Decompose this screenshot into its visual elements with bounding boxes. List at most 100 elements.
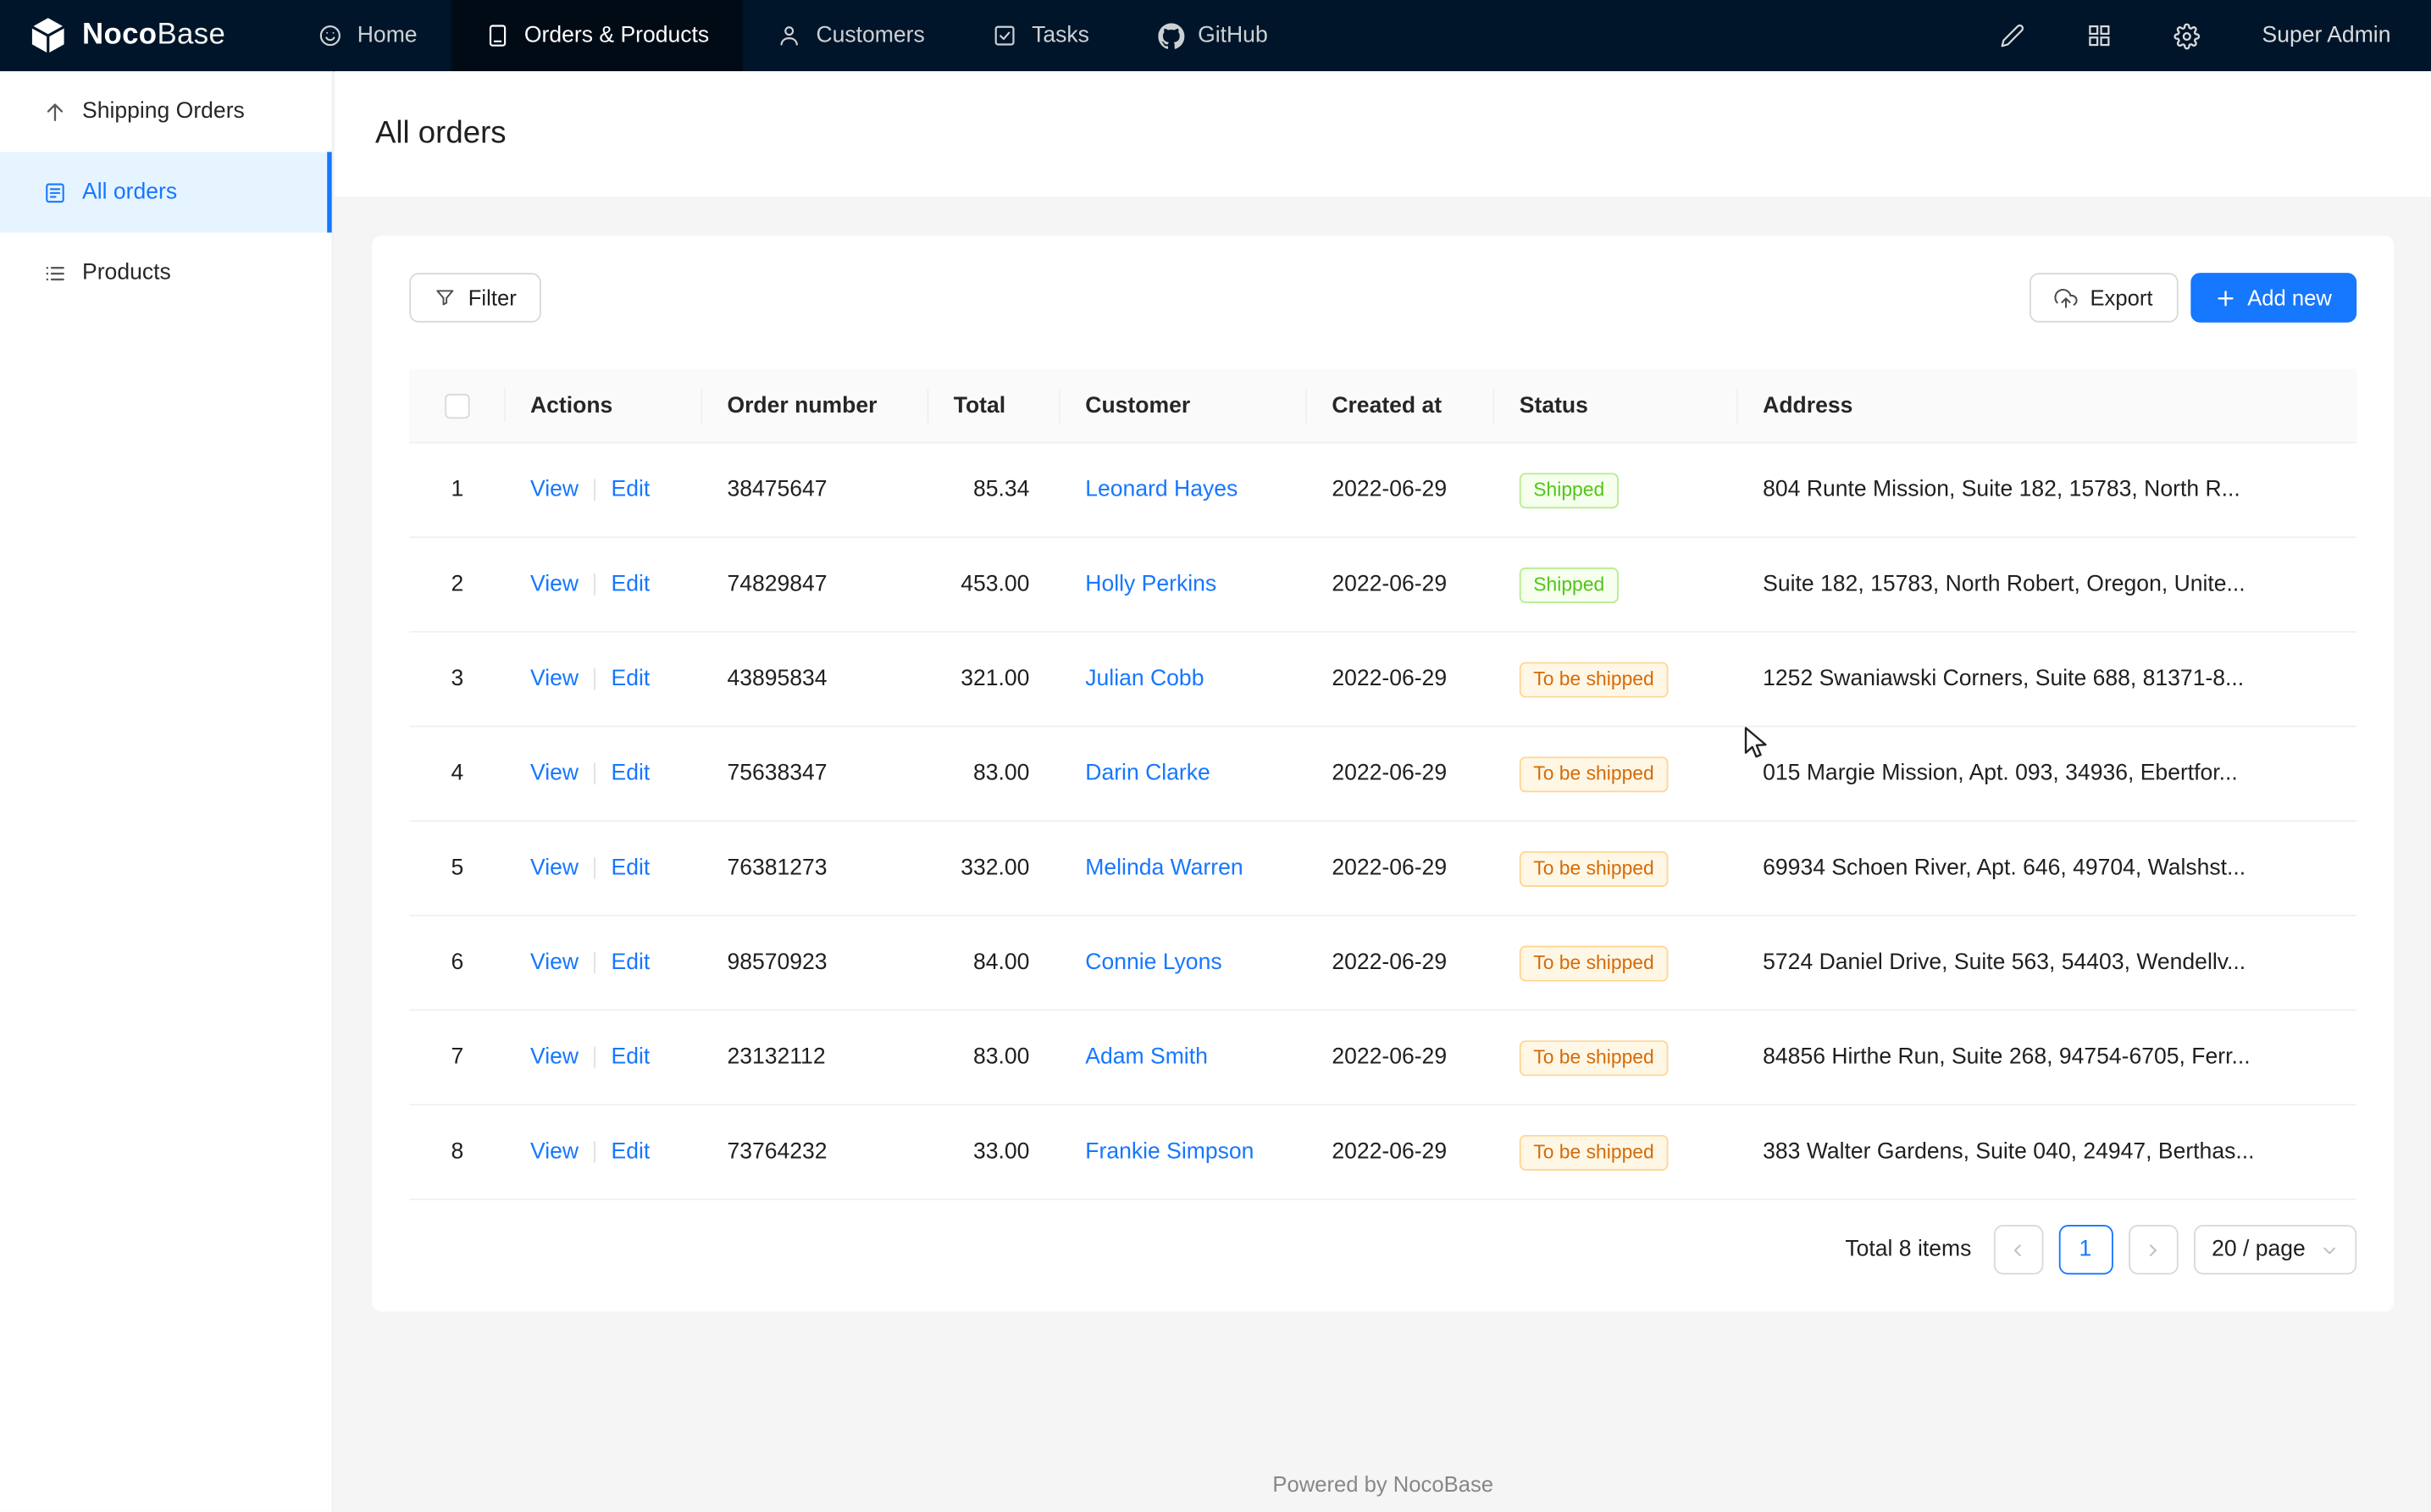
sidebar-item-shipping-orders[interactable]: Shipping Orders	[0, 71, 332, 152]
table-row: 7 ViewEdit 23132112 83.00 Adam Smith 202…	[409, 1011, 2356, 1105]
edit-link[interactable]: Edit	[611, 950, 650, 975]
arrow-up-icon	[43, 100, 66, 123]
view-link[interactable]: View	[530, 950, 579, 975]
status-cell: Shipped	[1495, 472, 1738, 507]
ui-editor-button[interactable]	[2000, 23, 2024, 47]
customer-link[interactable]: Darin Clarke	[1085, 762, 1210, 786]
customer-link[interactable]: Melinda Warren	[1085, 856, 1243, 880]
pagination-total: Total 8 items	[1845, 1238, 1971, 1262]
row-index: 5	[409, 856, 505, 880]
table-row: 4 ViewEdit 75638347 83.00 Darin Clarke 2…	[409, 727, 2356, 822]
export-button[interactable]: Export	[2030, 273, 2178, 323]
row-actions-cell: View Edit	[506, 478, 702, 502]
customer-link[interactable]: Julian Cobb	[1085, 667, 1204, 691]
settings-button[interactable]	[2174, 23, 2200, 49]
nocobase-logo-text: NocoBase	[82, 19, 225, 53]
table-row: 1 ViewEdit 38475647 85.34 Leonard Hayes …	[409, 443, 2356, 538]
customer-link[interactable]: Holly Perkins	[1085, 572, 1216, 596]
total-column-header: Total	[928, 393, 1060, 418]
sidebar-item-products[interactable]: Products	[0, 233, 332, 313]
created-at-cell: 2022-06-29	[1307, 1045, 1494, 1070]
previous-page-button[interactable]	[1993, 1225, 2043, 1275]
customer-cell: Darin Clarke	[1060, 762, 1307, 786]
sidebar-item-label: Products	[82, 261, 171, 285]
nav-item-tasks[interactable]: Tasks	[959, 0, 1123, 71]
address-cell: 804 Runte Mission, Suite 182, 15783, Nor…	[1738, 478, 2356, 502]
customer-link[interactable]: Frankie Simpson	[1085, 1139, 1254, 1164]
filter-button-label: Filter	[468, 285, 517, 310]
view-link[interactable]: View	[530, 572, 579, 596]
plus-icon	[2215, 288, 2235, 308]
next-page-button[interactable]	[2128, 1225, 2178, 1275]
view-link[interactable]: View	[530, 1045, 579, 1070]
nocobase-logo[interactable]: NocoBase	[0, 0, 285, 71]
row-index: 1	[409, 478, 505, 502]
edit-link[interactable]: Edit	[611, 856, 650, 880]
status-badge: Shipped	[1520, 567, 1619, 602]
edit-link[interactable]: Edit	[611, 667, 650, 691]
nav-label: Tasks	[1032, 23, 1089, 47]
view-link[interactable]: View	[530, 856, 579, 880]
status-badge: To be shipped	[1520, 850, 1668, 886]
action-divider	[594, 1047, 595, 1069]
action-divider	[594, 574, 595, 596]
customer-link[interactable]: Adam Smith	[1085, 1045, 1208, 1070]
nav-label: GitHub	[1198, 23, 1268, 47]
page-size-value: 20 / page	[2212, 1238, 2306, 1262]
nav-item-orders-products[interactable]: Orders & Products	[451, 0, 744, 71]
view-link[interactable]: View	[530, 1139, 579, 1164]
toolbar-right: Export Add new	[2030, 273, 2356, 323]
order-number-cell: 73764232	[702, 1139, 928, 1164]
grid-icon	[2087, 23, 2112, 47]
action-divider	[594, 952, 595, 974]
status-badge: To be shipped	[1520, 1039, 1668, 1075]
export-button-label: Export	[2090, 285, 2152, 310]
row-index: 6	[409, 950, 505, 975]
page-size-select[interactable]: 20 / page	[2193, 1225, 2356, 1275]
edit-link[interactable]: Edit	[611, 762, 650, 786]
status-badge: To be shipped	[1520, 756, 1668, 791]
add-new-button-label: Add new	[2247, 285, 2332, 310]
actions-column-header: Actions	[506, 393, 702, 418]
customer-cell: Frankie Simpson	[1060, 1139, 1307, 1164]
nav-item-customers[interactable]: Customers	[743, 0, 959, 71]
nav-label: Home	[357, 23, 418, 47]
page-title: All orders	[375, 116, 507, 152]
row-actions-cell: View Edit	[506, 667, 702, 691]
address-column-header: Address	[1738, 393, 2356, 418]
order-number-cell: 43895834	[702, 667, 928, 691]
nav-item-home[interactable]: Home	[285, 0, 451, 71]
customer-link[interactable]: Leonard Hayes	[1085, 478, 1238, 502]
edit-link[interactable]: Edit	[611, 478, 650, 502]
action-divider	[594, 1141, 595, 1163]
status-cell: To be shipped	[1495, 662, 1738, 697]
table-toolbar: Filter Export Add new	[409, 273, 2356, 323]
row-actions-cell: View Edit	[506, 950, 702, 975]
table-row: 3 ViewEdit 43895834 321.00 Julian Cobb 2…	[409, 633, 2356, 728]
status-column-header: Status	[1495, 393, 1738, 418]
nav-item-github[interactable]: GitHub	[1123, 0, 1302, 71]
row-index: 4	[409, 762, 505, 786]
view-link[interactable]: View	[530, 762, 579, 786]
view-link[interactable]: View	[530, 667, 579, 691]
total-cell: 83.00	[928, 1045, 1060, 1070]
filter-button[interactable]: Filter	[409, 273, 541, 323]
edit-link[interactable]: Edit	[611, 1045, 650, 1070]
status-cell: To be shipped	[1495, 756, 1738, 791]
address-cell: 5724 Daniel Drive, Suite 563, 54403, Wen…	[1738, 950, 2356, 975]
page-1-button[interactable]: 1	[2058, 1225, 2113, 1275]
customer-column-header: Customer	[1060, 393, 1307, 418]
order-number-cell: 38475647	[702, 478, 928, 502]
select-all-checkbox[interactable]	[445, 393, 469, 418]
plugin-manager-button[interactable]	[2087, 23, 2112, 47]
row-actions-cell: View Edit	[506, 1045, 702, 1070]
edit-link[interactable]: Edit	[611, 1139, 650, 1164]
created-at-column-header: Created at	[1307, 393, 1494, 418]
sidebar-item-all-orders[interactable]: All orders	[0, 152, 332, 232]
view-link[interactable]: View	[530, 478, 579, 502]
status-cell: To be shipped	[1495, 945, 1738, 981]
edit-link[interactable]: Edit	[611, 572, 650, 596]
customer-link[interactable]: Connie Lyons	[1085, 950, 1221, 975]
add-new-button[interactable]: Add new	[2190, 273, 2356, 323]
user-menu[interactable]: Super Admin	[2262, 23, 2390, 47]
